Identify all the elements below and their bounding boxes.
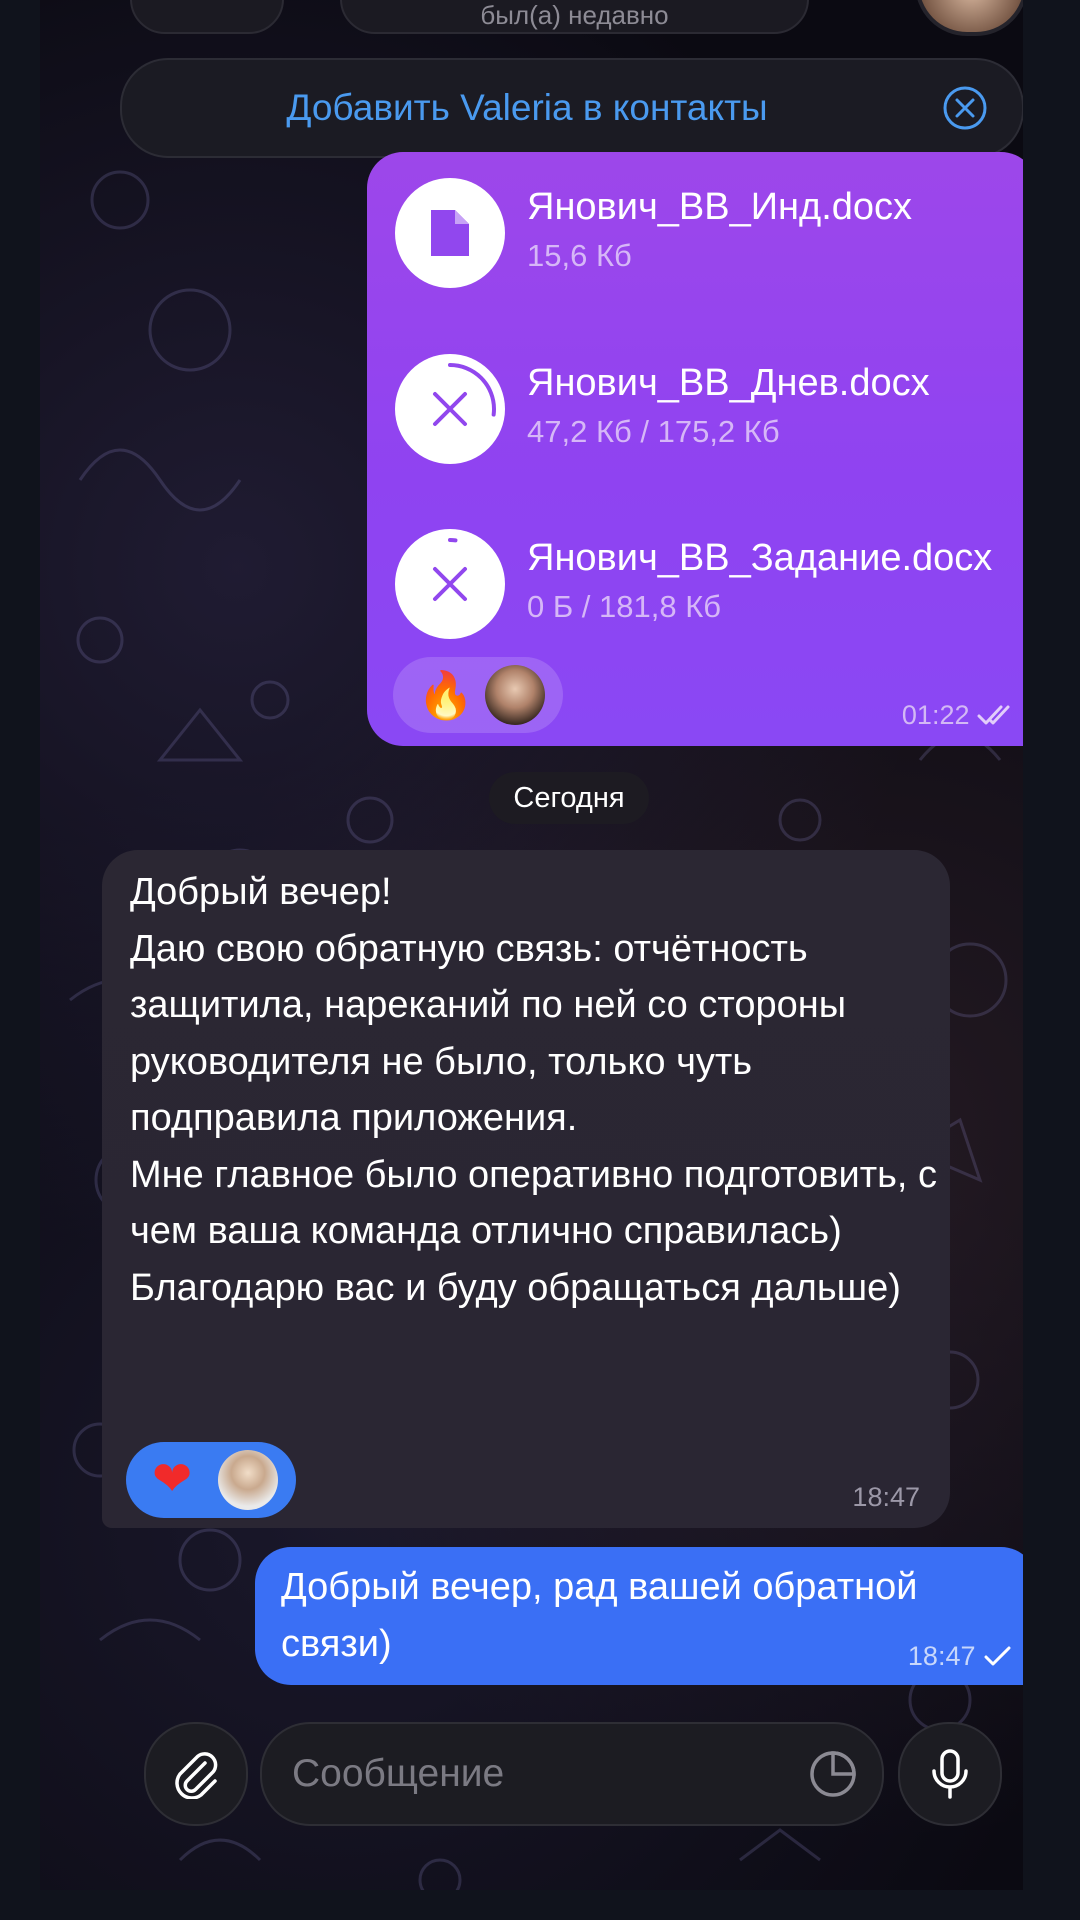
file-name: Янович_ВВ_Задание.docx (527, 537, 993, 579)
screen-frame-right (1040, 0, 1080, 1920)
back-button[interactable] (130, 0, 284, 34)
file-name: Янович_ВВ_Инд.docx (527, 186, 913, 228)
voice-record-button[interactable] (898, 1722, 1002, 1826)
last-seen-status: был(а) недавно (480, 0, 669, 30)
double-check-icon (977, 705, 1010, 725)
file-attachment[interactable]: Янович_ВВ_Инд.docx 15,6 Кб (395, 178, 1015, 288)
file-attachment[interactable]: Янович_ВВ_Задание.docx 0 Б / 181,8 Кб (395, 529, 1015, 639)
message-time: 18:47 (907, 1641, 976, 1671)
file-name: Янович_ВВ_Днев.docx (527, 362, 930, 404)
reactor-avatar (485, 665, 545, 725)
cancel-icon (404, 538, 496, 630)
file-download-button[interactable] (395, 178, 505, 288)
chat-title-pill[interactable]: был(а) недавно (340, 0, 809, 34)
reaction-chip[interactable]: ❤ (126, 1442, 296, 1518)
outgoing-message-bubble[interactable]: Добрый вечер, рад вашей обратной связи) … (255, 1547, 1023, 1685)
reactor-avatar (218, 1450, 278, 1510)
message-meta: 18:47 (908, 1641, 1013, 1672)
incoming-message-bubble[interactable]: Добрый вечер! Даю свою обратную связь: о… (102, 850, 950, 1528)
attach-button[interactable] (144, 1722, 248, 1826)
chat-area[interactable]: был(а) недавно Добавить Valeria в контак… (40, 0, 1023, 1890)
microphone-icon (932, 1749, 968, 1799)
message-time: 01:22 (901, 700, 970, 730)
close-circle-icon[interactable] (942, 85, 988, 131)
file-icon (431, 210, 469, 256)
reaction-chip[interactable]: 🔥 (393, 657, 563, 733)
message-input[interactable]: Сообщение (260, 1722, 884, 1826)
sticker-icon[interactable] (808, 1749, 858, 1799)
file-size: 0 Б / 181,8 Кб (527, 589, 722, 624)
file-attachment[interactable]: Янович_ВВ_Днев.docx 47,2 Кб / 175,2 Кб (395, 354, 1015, 464)
message-text: Добрый вечер! Даю свою обратную связь: о… (130, 871, 938, 1309)
single-check-icon (984, 1646, 1011, 1666)
date-divider: Сегодня (489, 772, 649, 824)
message-time: 18:47 (852, 1482, 920, 1512)
add-contact-banner[interactable]: Добавить Valeria в контакты (120, 58, 1023, 158)
cancel-icon (404, 363, 496, 455)
heart-reaction-icon: ❤ (152, 1453, 193, 1506)
file-size: 47,2 Кб / 175,2 Кб (527, 414, 780, 449)
fire-reaction-icon: 🔥 (417, 669, 475, 721)
message-input-placeholder: Сообщение (292, 1752, 505, 1795)
paperclip-icon (175, 1752, 218, 1799)
message-meta: 01:22 (902, 700, 1015, 731)
files-message-bubble[interactable]: Янович_ВВ_Инд.docx 15,6 Кб Янович_ВВ_Дне… (367, 152, 1023, 746)
add-contact-label[interactable]: Добавить Valeria в контакты (122, 60, 932, 156)
cancel-download-button[interactable] (395, 354, 505, 464)
screen-frame-left (0, 0, 40, 1920)
cancel-download-button[interactable] (395, 529, 505, 639)
file-size: 15,6 Кб (527, 238, 632, 273)
